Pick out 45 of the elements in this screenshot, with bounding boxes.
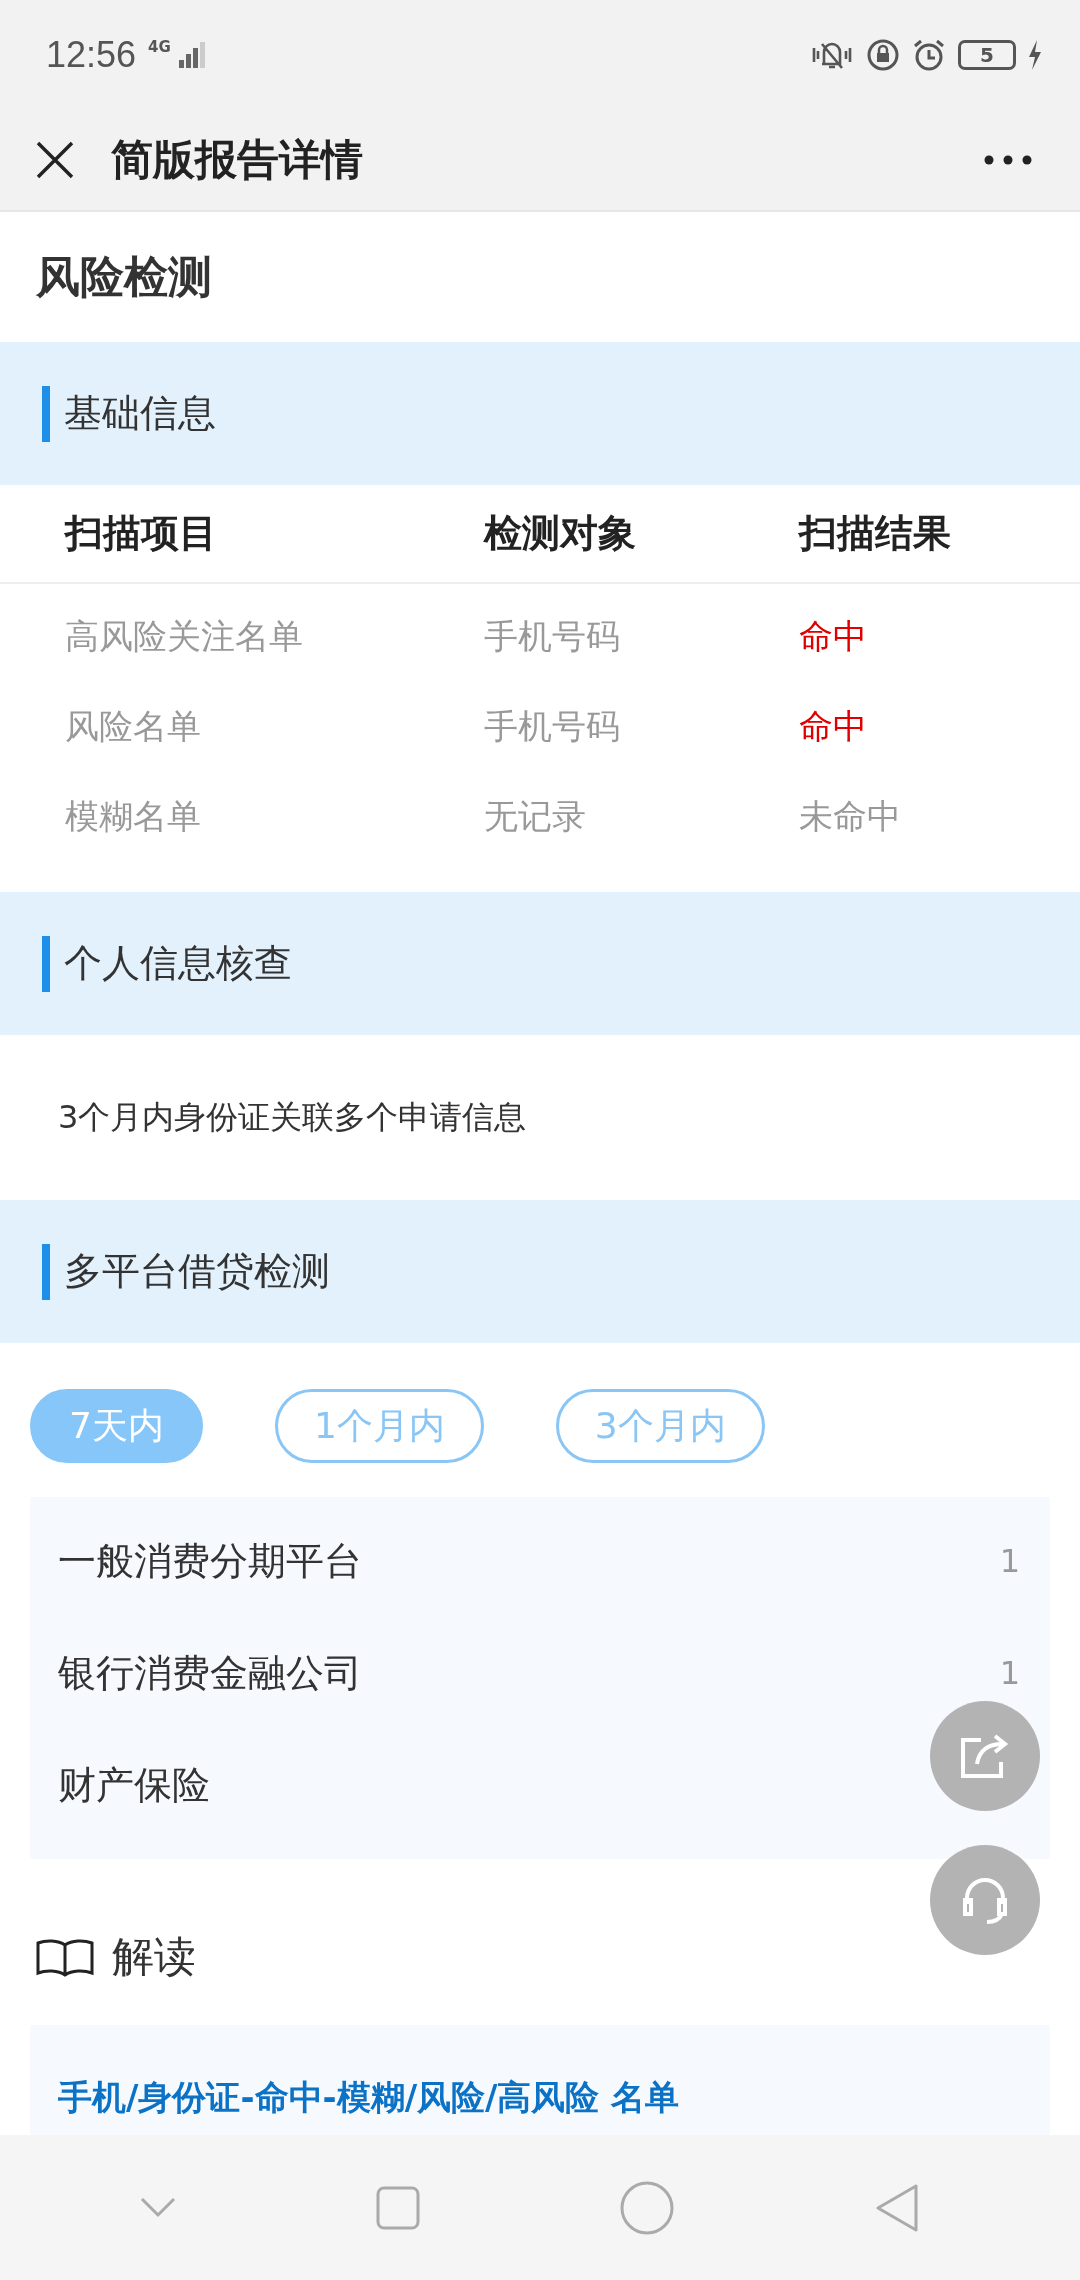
table-cell-text: 模糊名单	[64, 795, 202, 838]
platform-count: 1	[999, 1654, 1020, 1692]
platform-name: 一般消费分期平台	[58, 1537, 363, 1585]
interpretation-heading: 手机/身份证-命中-模糊/风险/高风险 名单	[58, 2077, 680, 2117]
check-result-text: 3个月内身份证关联多个申请信息	[58, 1096, 527, 1138]
section-title: 基础信息	[64, 390, 216, 437]
table-cell-text: 无记录	[484, 795, 587, 838]
page-title: 风险检测	[36, 249, 212, 304]
rotation-lock-icon	[866, 38, 900, 72]
table-cell-text: 风险名单	[64, 705, 202, 748]
column-header: 扫描项目	[63, 510, 218, 557]
close-icon[interactable]	[35, 140, 75, 180]
accent-bar	[42, 385, 50, 442]
collapse-icon[interactable]	[140, 2196, 176, 2219]
period-tab[interactable]: 3个月内	[555, 1389, 765, 1463]
share-icon	[959, 1732, 1011, 1780]
platform-name: 财产保险	[58, 1761, 211, 1809]
platform-count: 1	[999, 1542, 1020, 1580]
section-title: 个人信息核查	[64, 940, 292, 987]
accent-bar	[42, 1243, 50, 1300]
recents-icon[interactable]	[376, 2185, 420, 2230]
interpretation-title: 解读	[112, 1931, 196, 1983]
accent-bar	[42, 935, 50, 992]
table-cell-text: 未命中	[799, 795, 902, 838]
table-cell-text: 手机号码	[484, 615, 621, 658]
section-title: 多平台借贷检测	[64, 1248, 330, 1295]
period-tab[interactable]: 7天内	[30, 1389, 203, 1463]
charging-icon	[1028, 40, 1042, 70]
more-icon[interactable]	[984, 154, 1032, 166]
table-cell-text: 手机号码	[484, 705, 621, 748]
network-type: 4G	[148, 38, 171, 56]
page-header-title: 简版报告详情	[111, 134, 363, 186]
battery-icon: 5	[958, 40, 1016, 70]
column-header: 扫描结果	[799, 510, 952, 557]
platform-name: 银行消费金融公司	[58, 1649, 363, 1697]
table-cell-text: 命中	[799, 615, 868, 658]
home-icon[interactable]	[620, 2180, 674, 2235]
alarm-icon	[912, 38, 946, 72]
signal-icon	[178, 42, 205, 68]
book-icon	[36, 1937, 94, 1977]
table-cell-text: 命中	[799, 705, 868, 748]
period-tab[interactable]: 1个月内	[274, 1389, 484, 1463]
table-cell-text: 高风险关注名单	[64, 615, 304, 658]
column-header: 检测对象	[484, 510, 637, 557]
status-time: 12:56	[46, 34, 137, 76]
